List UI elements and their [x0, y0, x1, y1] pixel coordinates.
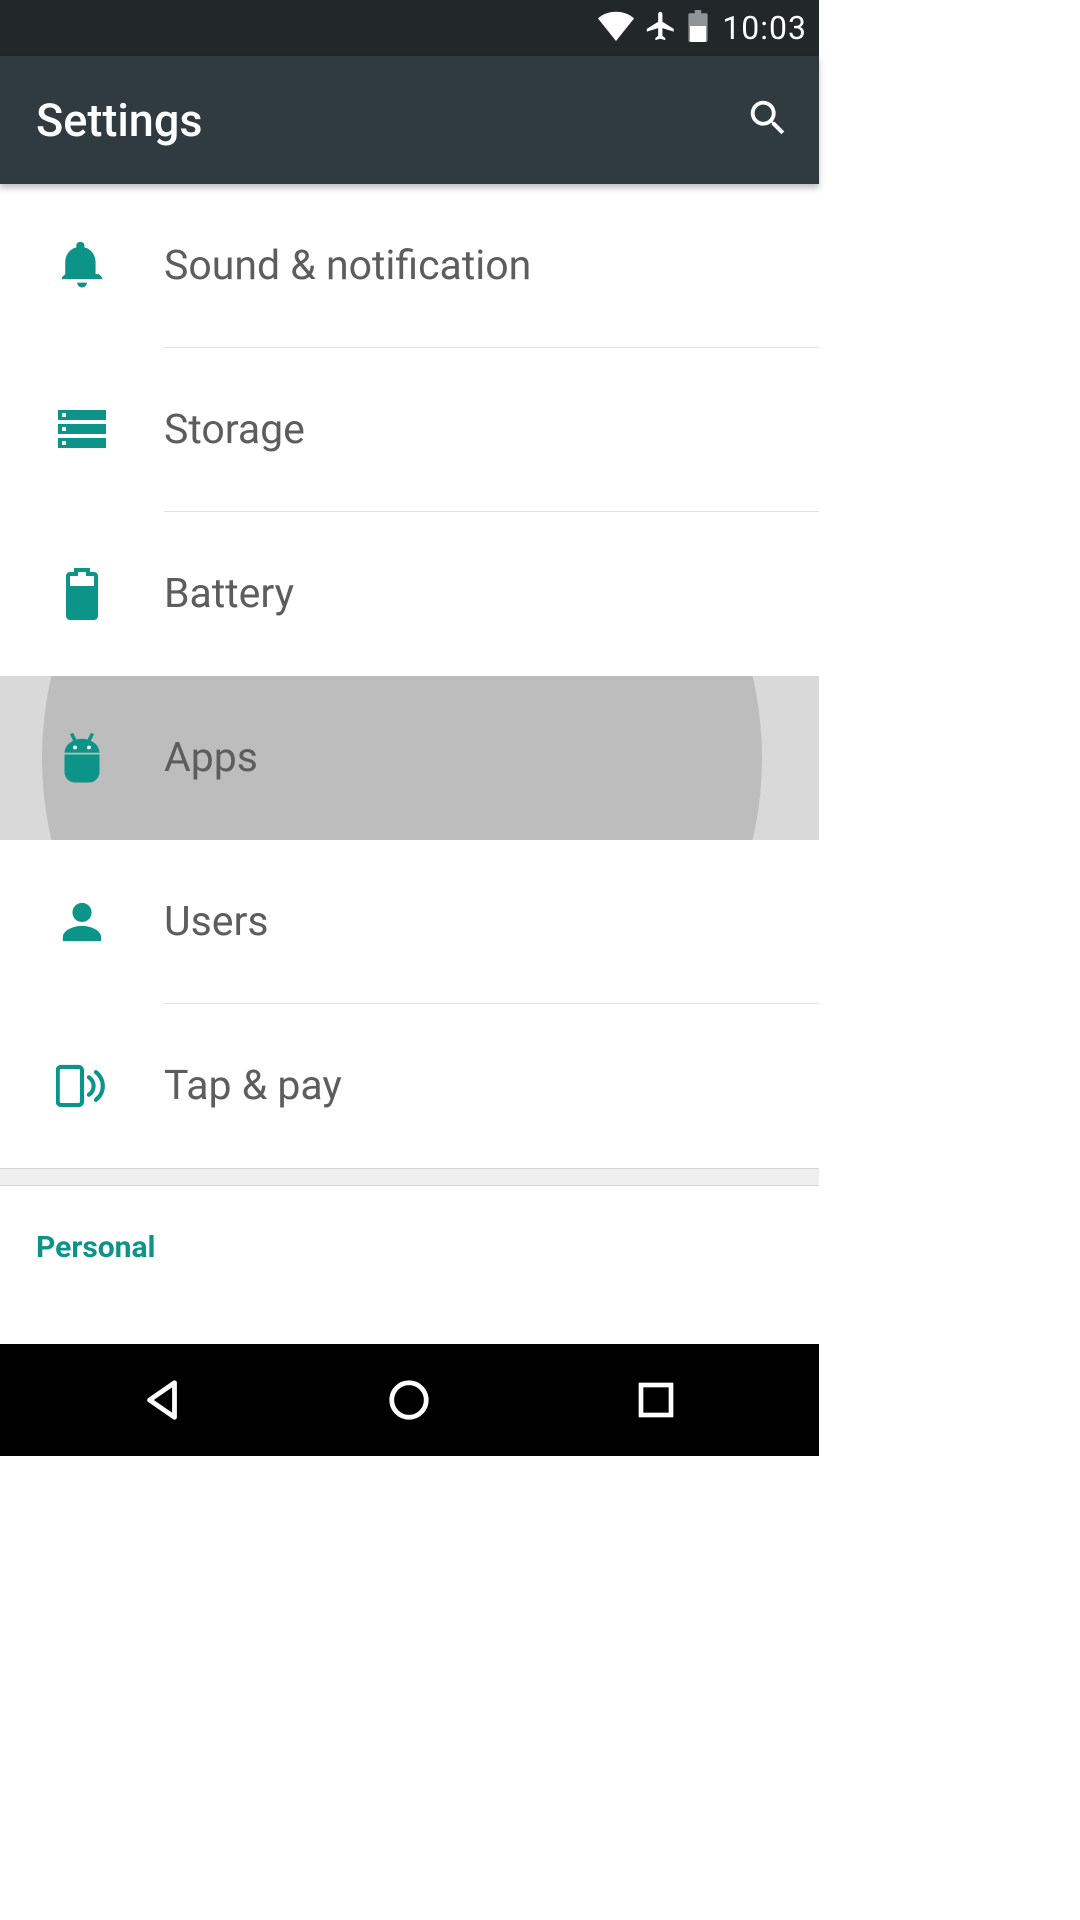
home-icon — [386, 1377, 432, 1423]
settings-item-users[interactable]: Users — [0, 840, 819, 1004]
search-button[interactable] — [745, 95, 791, 145]
settings-list: Sound & notification Storage Battery — [0, 184, 819, 1168]
nav-back-button[interactable] — [103, 1377, 223, 1423]
back-icon — [140, 1377, 186, 1423]
airplane-mode-icon — [644, 9, 678, 47]
settings-item-apps[interactable]: Apps — [0, 676, 819, 840]
nav-recent-button[interactable] — [596, 1380, 716, 1420]
page-title: Settings — [36, 94, 203, 147]
settings-item-battery[interactable]: Battery — [0, 512, 819, 676]
section-divider — [0, 1168, 819, 1186]
recent-apps-icon — [636, 1380, 676, 1420]
bell-icon — [0, 240, 164, 292]
wifi-icon — [598, 11, 634, 45]
android-icon — [0, 733, 164, 783]
settings-item-label: Tap & pay — [164, 1062, 342, 1110]
search-icon — [745, 95, 791, 141]
tap-and-pay-icon — [0, 1064, 164, 1108]
battery-icon — [0, 568, 164, 620]
nav-home-button[interactable] — [349, 1377, 469, 1423]
settings-item-label: Battery — [164, 570, 294, 618]
status-time: 10:03 — [722, 9, 807, 47]
battery-icon — [688, 10, 708, 46]
storage-icon — [0, 410, 164, 450]
settings-item-sound[interactable]: Sound & notification — [0, 184, 819, 348]
section-header-personal: Personal — [0, 1186, 819, 1275]
settings-item-tap-pay[interactable]: Tap & pay — [0, 1004, 819, 1168]
navigation-bar — [0, 1344, 819, 1456]
status-bar: 10:03 — [0, 0, 819, 56]
settings-item-label: Apps — [164, 734, 258, 782]
settings-item-label: Sound & notification — [164, 242, 531, 290]
app-bar: Settings — [0, 56, 819, 184]
settings-item-label: Storage — [164, 406, 305, 454]
settings-item-label: Users — [164, 898, 269, 946]
person-icon — [0, 899, 164, 945]
settings-item-storage[interactable]: Storage — [0, 348, 819, 512]
